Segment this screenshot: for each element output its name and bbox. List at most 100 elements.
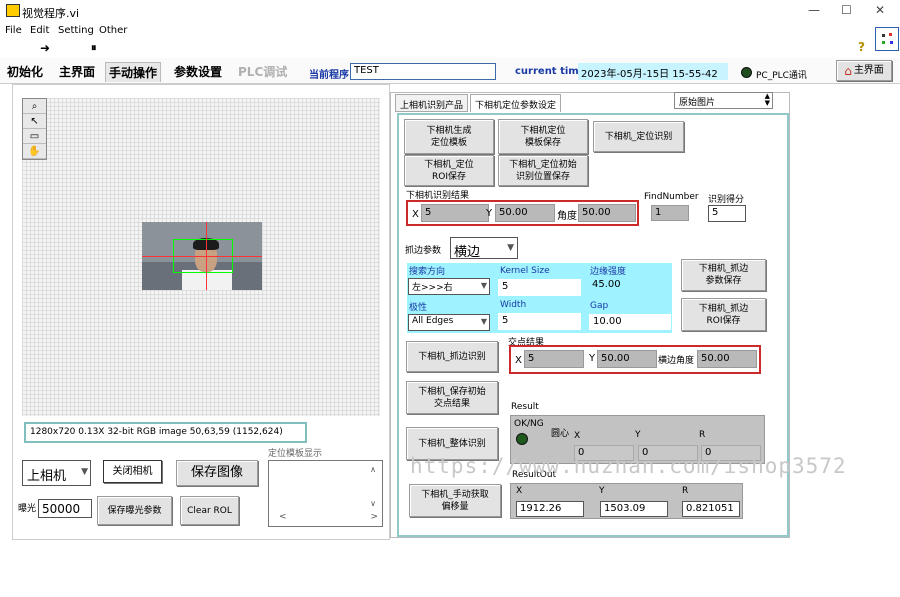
- scroll-up-icon[interactable]: ∧: [370, 465, 376, 474]
- ix-x-label: X: [515, 355, 522, 366]
- save-init-intersection-button[interactable]: 下相机_保存初始 交点结果: [406, 381, 498, 414]
- rec-x-value: 5: [421, 204, 489, 222]
- roi-save-button[interactable]: 下相机_定位 ROI保存: [404, 155, 494, 186]
- rec-y-label: Y: [486, 208, 493, 219]
- toolbar: ➜ ⏸ ?: [0, 27, 900, 58]
- run-arrow-icon[interactable]: ➜: [40, 41, 50, 55]
- scroll-left-icon[interactable]: <: [279, 512, 287, 522]
- tab-upper-camera[interactable]: 上相机识别产品: [395, 94, 469, 112]
- rectangle-icon[interactable]: ▭: [23, 129, 46, 144]
- crosshair-horizontal: [142, 256, 262, 257]
- out-r-label: R: [682, 486, 689, 496]
- home-icon: ⌂: [844, 63, 852, 78]
- minimize-icon[interactable]: —: [808, 3, 820, 17]
- pan-icon[interactable]: ✋: [23, 144, 46, 159]
- width-label: Width: [500, 300, 527, 310]
- kernel-size-input[interactable]: 5: [498, 279, 581, 296]
- recognition-score-label: 识别得分: [708, 195, 745, 205]
- out-y-value: 1503.09: [600, 501, 668, 517]
- scroll-right-icon[interactable]: >: [370, 512, 378, 522]
- out-y-label: Y: [599, 486, 605, 496]
- okng-led-icon: [516, 433, 528, 445]
- tab-params[interactable]: 参数设置: [171, 62, 225, 82]
- camera-image: [142, 222, 262, 290]
- gen-template-button[interactable]: 下相机生成 定位模板: [404, 119, 494, 154]
- tab-lower-camera-locate[interactable]: 下相机定位参数设定: [470, 94, 562, 112]
- res-r-label: R: [699, 430, 706, 440]
- save-exposure-button[interactable]: 保存曝光参数: [97, 496, 172, 525]
- out-x-value: 1912.26: [516, 501, 584, 517]
- spin-arrows-icon: ▲ ▼: [764, 92, 770, 107]
- close-camera-button[interactable]: 关闭相机: [103, 460, 162, 483]
- out-r-value: 0.821051: [682, 501, 740, 517]
- zoom-icon[interactable]: ⌕: [23, 99, 46, 114]
- search-dir-label: 搜索方向: [409, 267, 446, 277]
- locate-identify-button[interactable]: 下相机_定位识别: [593, 121, 684, 152]
- polarity-value: All Edges: [412, 316, 454, 326]
- maximize-icon[interactable]: ☐: [841, 3, 852, 17]
- tab-manual[interactable]: 手动操作: [105, 62, 162, 82]
- menu-edit[interactable]: Edit: [30, 25, 49, 36]
- title-bar: 视觉程序.vi — ☐ ✕: [0, 0, 900, 22]
- edge-mode-select[interactable]: 横边 ▼: [450, 237, 518, 260]
- vi-icon: [875, 27, 899, 51]
- gap-label: Gap: [590, 301, 609, 311]
- help-icon[interactable]: ?: [858, 40, 865, 54]
- camera-select-value: 上相机: [27, 469, 67, 484]
- current-program-field[interactable]: TEST: [350, 63, 496, 80]
- image-source-value: 原始图片: [679, 98, 716, 108]
- tab-plc-debug[interactable]: PLC调试: [235, 62, 290, 82]
- init-locate-save-button[interactable]: 下相机_定位初始 识别位置保存: [498, 155, 588, 186]
- result-label: Result: [511, 402, 539, 412]
- rec-x-label: X: [412, 209, 419, 220]
- plc-status-label: PC_PLC通讯: [756, 71, 807, 81]
- exposure-input[interactable]: 50000: [38, 499, 92, 518]
- find-number-value: 1: [651, 205, 689, 221]
- camera-select[interactable]: 上相机 ▼: [22, 460, 91, 486]
- exposure-label: 曝光: [18, 504, 37, 514]
- edge-identify-button[interactable]: 下相机_抓边识别: [406, 341, 498, 372]
- home-button-label: 主界面: [853, 64, 884, 76]
- image-source-select[interactable]: 原始图片 ▲ ▼: [674, 92, 773, 109]
- plc-status-led-icon: [741, 67, 752, 78]
- edge-roi-save-button[interactable]: 下相机_抓边 ROI保存: [681, 298, 766, 331]
- gap-input[interactable]: 10.00: [589, 314, 671, 330]
- current-time-field: 2023年-05月-15日 15-55-42: [578, 63, 728, 80]
- pointer-icon[interactable]: ↖: [23, 114, 46, 129]
- edge-strength-value[interactable]: 45.00: [590, 279, 670, 293]
- current-program-label: 当前程序: [309, 70, 349, 81]
- recognition-score-value: 5: [708, 205, 746, 222]
- find-number-label: FindNumber: [644, 192, 699, 202]
- kernel-size-label: Kernel Size: [500, 266, 550, 276]
- save-template-button[interactable]: 下相机定位 模板保存: [498, 119, 588, 154]
- tab-main[interactable]: 主界面: [56, 62, 98, 82]
- current-time-label: current time: [515, 66, 586, 77]
- save-image-button[interactable]: 保存图像: [176, 460, 258, 486]
- close-icon[interactable]: ✕: [875, 3, 885, 17]
- res-y-label: Y: [635, 430, 641, 440]
- menu-setting[interactable]: Setting: [58, 25, 94, 36]
- search-dir-select[interactable]: 左>>>右 ▼: [408, 278, 490, 295]
- home-button[interactable]: ⌂ 主界面: [836, 60, 892, 81]
- window-title: 视觉程序.vi: [22, 7, 80, 20]
- tab-init[interactable]: 初始化: [4, 62, 46, 82]
- width-input[interactable]: 5: [498, 313, 581, 330]
- rec-y-value: 50.00: [495, 204, 555, 222]
- clear-roi-button[interactable]: Clear ROL: [180, 496, 239, 525]
- polarity-select[interactable]: All Edges ▼: [408, 314, 490, 331]
- edge-param-save-button[interactable]: 下相机_抓边 参数保存: [681, 259, 766, 291]
- pause-icon[interactable]: ⏸: [91, 41, 97, 55]
- image-tool-palette: ⌕ ↖ ▭ ✋: [22, 98, 47, 160]
- chevron-down-icon: ▼: [480, 281, 487, 290]
- edge-mode-value: 横边: [454, 245, 481, 260]
- ix-y-value: 50.00: [597, 350, 657, 368]
- manual-offset-button[interactable]: 下相机_手动获取 偏移量: [409, 484, 501, 517]
- polarity-label: 极性: [409, 303, 428, 313]
- labview-icon: [6, 4, 20, 17]
- intersection-result-box: X 5 Y 50.00 横边角度 50.00: [509, 345, 761, 374]
- scroll-down-icon[interactable]: ∨: [370, 499, 376, 508]
- menu-other[interactable]: Other: [99, 25, 127, 36]
- template-display: ∧ ∨ < >: [268, 460, 383, 527]
- menu-file[interactable]: File: [5, 25, 22, 36]
- ix-angle-value: 50.00: [697, 350, 757, 368]
